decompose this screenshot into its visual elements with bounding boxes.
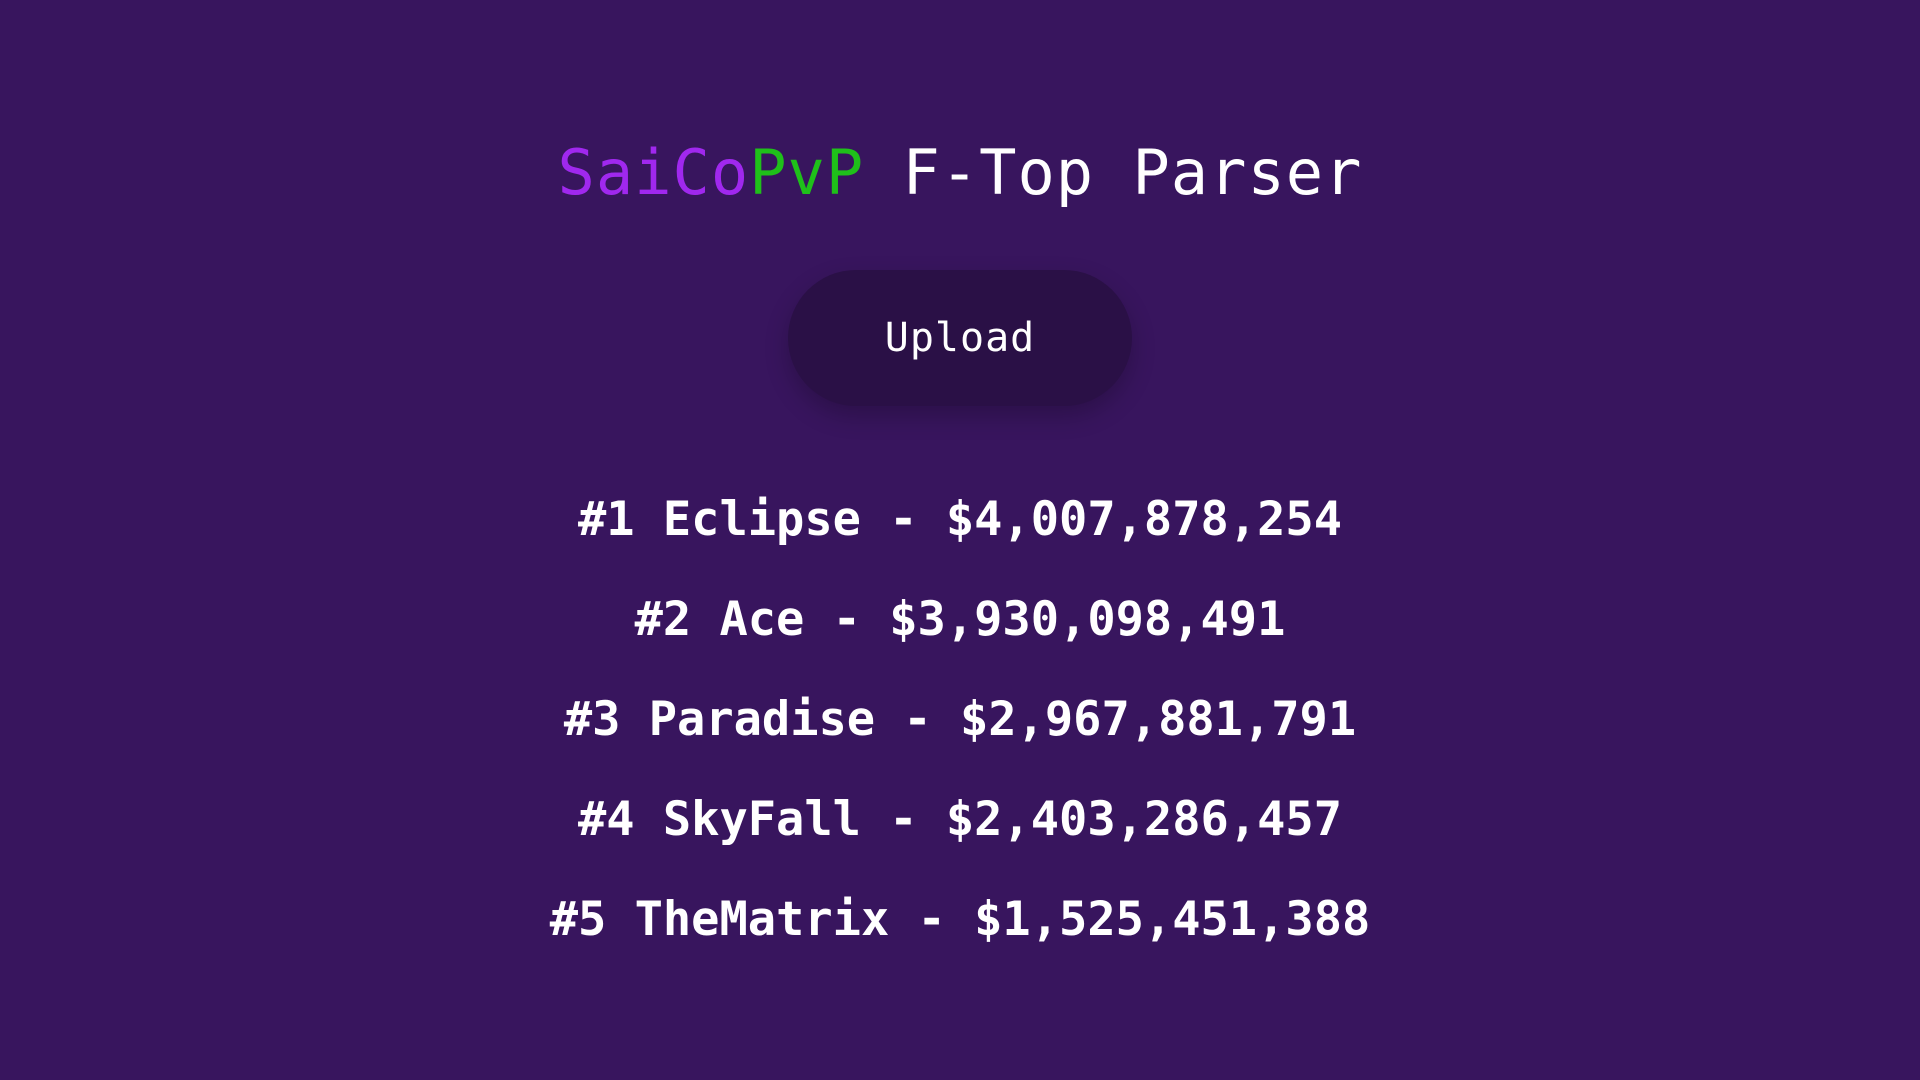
- page-title: SaiCoPvP F-Top Parser: [0, 128, 1920, 218]
- ranking-item-4: #4 SkyFall - $2,403,286,457: [577, 792, 1342, 847]
- upload-button[interactable]: Upload: [788, 270, 1132, 406]
- page: SaiCoPvP F-Top Parser Upload #1 Eclipse …: [0, 0, 1920, 1080]
- ftop-ranking-list: #1 Eclipse - $4,007,878,254 #2 Ace - $3,…: [0, 470, 1920, 970]
- title-brand-saico: SaiCo: [557, 136, 750, 209]
- ranking-item-3: #3 Paradise - $2,967,881,791: [563, 692, 1357, 747]
- ranking-item-1: #1 Eclipse - $4,007,878,254: [577, 492, 1342, 547]
- title-brand-pvp: PvP: [749, 136, 865, 209]
- title-suffix: F-Top Parser: [864, 136, 1363, 209]
- ranking-item-5: #5 TheMatrix - $1,525,451,388: [549, 892, 1371, 947]
- ranking-item-2: #2 Ace - $3,930,098,491: [634, 592, 1286, 647]
